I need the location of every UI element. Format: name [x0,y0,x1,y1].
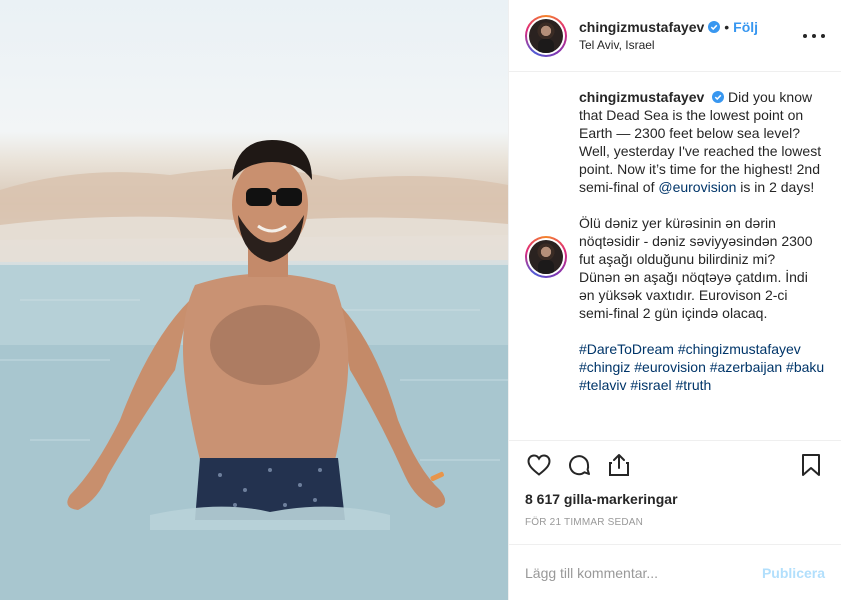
action-icons [525,441,825,489]
like-button[interactable] [525,451,553,479]
post-header: chingizmustafayev • Följ Tel Aviv, Israe… [509,0,841,72]
verified-badge-icon [712,91,725,103]
photo-illustration [0,140,508,600]
comment-input[interactable] [525,564,762,581]
caption-paragraph: Ölü dəniz yer kürəsinin ən dərin nöqtəsi… [579,215,813,267]
publish-button[interactable]: Publicera [762,565,825,581]
post-side-panel: chingizmustafayev • Följ Tel Aviv, Israe… [508,0,841,600]
post-actions: 8 617 gilla-markeringar FÖR 21 TIMMAR SE… [509,440,841,544]
more-options-icon[interactable] [803,28,825,44]
heart-icon [527,454,551,476]
hashtag-link[interactable]: #DareToDream [579,341,674,357]
post-container: chingizmustafayev • Följ Tel Aviv, Israe… [0,0,841,600]
caption: chingizmustafayev Did you know that Dead… [525,88,825,412]
hashtag-link[interactable]: #truth [676,377,712,393]
post-timestamp[interactable]: FÖR 21 TIMMAR SEDAN [525,517,825,528]
add-comment-bar: Publicera [509,544,841,600]
caption-paragraph: chingizmustafayev Did you know that Dead… [579,88,825,196]
caption-avatar[interactable] [525,236,567,278]
avatar[interactable] [529,240,563,274]
hashtag-link[interactable]: #baku [786,359,824,375]
separator-dot: • [724,19,730,35]
comment-button[interactable] [565,451,593,479]
mention-link[interactable]: @eurovision [658,179,736,195]
verified-badge-icon [708,21,721,33]
post-photo[interactable] [0,0,508,600]
hashtag-link[interactable]: #telaviv [579,377,626,393]
author-username[interactable]: chingizmustafayev [579,19,704,35]
avatar[interactable] [529,18,563,53]
hashtag-link[interactable]: #israel [630,377,671,393]
caption-text-en-tail: is in 2 days! [736,179,815,195]
follow-button[interactable]: Följ [733,19,758,35]
hashtag-link[interactable]: #azerbaijan [710,359,782,375]
share-icon [609,454,629,476]
comments-area: chingizmustafayev Did you know that Dead… [509,72,841,440]
save-button[interactable] [797,451,825,479]
avatar-story-ring[interactable] [525,14,567,57]
hashtag-link[interactable]: #eurovision [634,359,706,375]
location-link[interactable]: Tel Aviv, Israel [579,38,758,52]
share-button[interactable] [605,451,633,479]
caption-paragraph: Dünən ən aşağı nöqtəyə çatdım. İndi ən y… [579,269,808,321]
hashtag-link[interactable]: #chingiz [579,359,630,375]
caption-text: chingizmustafayev Did you know that Dead… [579,88,825,412]
hashtags: #DareToDream #chingizmustafayev #chingiz… [579,340,825,394]
likes-count[interactable]: 8 617 gilla-markeringar [525,491,825,507]
caption-username[interactable]: chingizmustafayev [579,89,704,105]
hashtag-link[interactable]: #chingizmustafayev [678,341,801,357]
comment-icon [569,455,590,476]
bookmark-icon [802,454,820,476]
